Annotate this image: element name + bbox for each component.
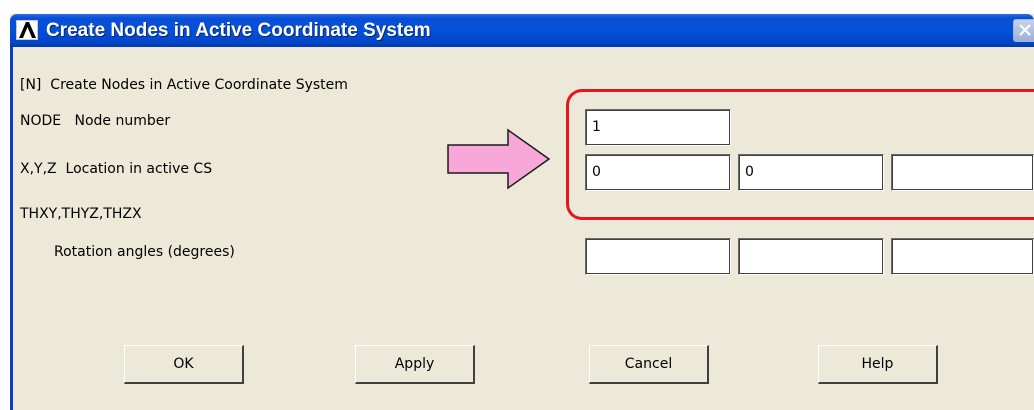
window-title: Create Nodes in Active Coordinate System [46, 20, 431, 41]
node-number-label: NODE Node number [20, 113, 171, 129]
location-label: X,Y,Z Location in active CS [20, 161, 213, 177]
apply-button[interactable]: Apply [355, 345, 475, 384]
close-button[interactable] [1013, 19, 1034, 42]
thzx-rotation-input[interactable] [891, 238, 1034, 275]
help-button[interactable]: Help [818, 345, 938, 384]
ansys-logo-icon [16, 20, 38, 40]
close-icon [1019, 24, 1031, 36]
rotation-label-line2: Rotation angles (degrees) [54, 244, 235, 260]
rotation-label-line1: THXY,THYZ,THZX [20, 206, 142, 222]
pointer-arrow-icon [447, 128, 551, 190]
title-bar[interactable]: Create Nodes in Active Coordinate System [10, 14, 1034, 47]
thxy-rotation-input[interactable] [585, 238, 731, 275]
thyz-rotation-input[interactable] [738, 238, 884, 275]
cancel-button[interactable]: Cancel [589, 345, 709, 384]
highlight-box [566, 89, 1034, 220]
window-left-border [10, 47, 13, 410]
ok-button[interactable]: OK [124, 345, 244, 384]
command-label: [N] Create Nodes in Active Coordinate Sy… [20, 77, 348, 93]
